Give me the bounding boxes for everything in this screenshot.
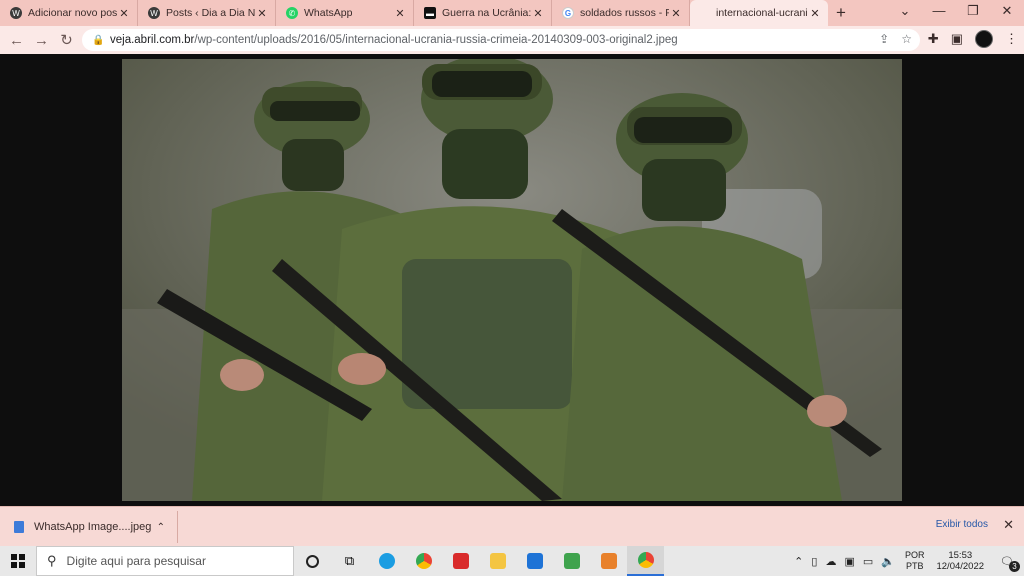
side-panel-icon[interactable]: ▣ (951, 31, 963, 47)
windows-start-icon[interactable] (0, 546, 36, 576)
url-host: veja.abril.com.br (110, 34, 195, 46)
search-icon: ⚲ (47, 553, 57, 568)
battery-icon[interactable]: ▭ (863, 555, 873, 568)
download-item[interactable]: WhatsApp Image....jpeg ⌃ (6, 511, 178, 543)
close-tab-icon[interactable]: ✕ (255, 7, 269, 20)
device-icon[interactable]: ▯ (811, 555, 817, 568)
chrome-active-icon[interactable] (627, 546, 664, 576)
wordpress-icon: W (148, 7, 160, 19)
soldiers-photo[interactable] (122, 59, 902, 501)
minimize-icon[interactable]: — (922, 0, 956, 26)
address-bar[interactable]: 🔒 veja.abril.com.br/wp-content/uploads/2… (82, 29, 920, 51)
tab-search-icon[interactable]: ⌄ (888, 0, 922, 26)
notification-count: 3 (1009, 560, 1020, 572)
chevron-up-icon[interactable]: ⌃ (794, 555, 803, 568)
tab-current-image[interactable]: internacional-ucrania- ✕ (690, 0, 828, 26)
chevron-up-icon[interactable]: ⌃ (157, 522, 165, 533)
whatsapp-icon: ✆ (286, 7, 298, 19)
volume-icon[interactable]: 🔈 (881, 555, 895, 568)
file-explorer-icon[interactable] (479, 546, 516, 576)
bookmark-star-icon[interactable]: ☆ (901, 32, 912, 46)
show-all-downloads-link[interactable]: Exibir todos (936, 519, 988, 530)
tab-adicionar-post[interactable]: W Adicionar novo post ‹ ✕ (0, 0, 138, 26)
tab-label: Posts ‹ Dia a Dia Notíc (166, 7, 255, 19)
extensions-icon[interactable]: ✚ (928, 31, 939, 47)
windows-taskbar: ⚲ Digite aqui para pesquisar ⧉ ⌃ ▯ ☁ ▣ ▭… (0, 546, 1024, 576)
restore-icon[interactable]: ❐ (956, 0, 990, 26)
image-file-icon (14, 521, 24, 533)
app-red-icon[interactable] (442, 546, 479, 576)
browser-toolbar: ← → ↻ 🔒 veja.abril.com.br/wp-content/upl… (0, 26, 1024, 54)
photo-illustration (122, 59, 902, 501)
window-controls: ⌄ — ❐ ✕ (888, 0, 1024, 26)
menu-kebab-icon[interactable]: ⋮ (1005, 31, 1018, 47)
url-path: /wp-content/uploads/2016/05/internaciona… (194, 34, 678, 46)
wordpress-icon: W (10, 7, 22, 19)
reload-icon[interactable]: ↻ (54, 31, 79, 49)
tab-label: soldados russos - Pesq (580, 7, 669, 19)
tab-google-search[interactable]: G soldados russos - Pesq ✕ (552, 0, 690, 26)
search-placeholder: Digite aqui para pesquisar (66, 554, 206, 568)
notification-icon[interactable]: 🗨 3 (1000, 555, 1020, 572)
task-view-icon[interactable]: ⧉ (331, 546, 368, 576)
close-tab-icon[interactable]: ✕ (669, 7, 683, 20)
close-download-bar-icon[interactable]: ✕ (1003, 517, 1014, 533)
close-window-icon[interactable]: ✕ (990, 0, 1024, 26)
lang-bottom: PTB (905, 561, 924, 571)
tab-label: WhatsApp (304, 7, 353, 19)
system-tray: ⌃ ▯ ☁ ▣ ▭ 🔈 POR PTB 15:53 12/04/2022 🗨 3 (790, 546, 1024, 576)
lang-top: POR (904, 550, 925, 560)
mail-icon[interactable] (516, 546, 553, 576)
news-icon: ▬ (424, 7, 436, 19)
lock-icon[interactable]: 🔒 (92, 35, 104, 46)
taskbar-search[interactable]: ⚲ Digite aqui para pesquisar (36, 546, 294, 576)
image-viewport (0, 54, 1024, 506)
close-tab-icon[interactable]: ✕ (393, 7, 407, 20)
close-tab-icon[interactable]: ✕ (117, 7, 131, 20)
google-icon: G (562, 7, 574, 19)
tab-posts[interactable]: W Posts ‹ Dia a Dia Notíc ✕ (138, 0, 276, 26)
tab-strip: W Adicionar novo post ‹ ✕ W Posts ‹ Dia … (0, 0, 1024, 26)
chrome-icon[interactable] (405, 546, 442, 576)
download-filename: WhatsApp Image....jpeg (34, 521, 152, 533)
tab-label: Guerra na Ucrânia: 'So (442, 7, 531, 19)
tab-label: internacional-ucrania- (716, 7, 808, 19)
profile-avatar[interactable] (975, 30, 993, 48)
download-bar: WhatsApp Image....jpeg ⌃ Exibir todos ✕ (0, 506, 1024, 546)
back-icon[interactable]: ← (4, 32, 29, 49)
date-label: 12/04/2022 (936, 561, 985, 572)
share-icon[interactable]: ⇪ (879, 32, 889, 46)
language-indicator[interactable]: POR PTB (905, 550, 925, 572)
forward-icon[interactable]: → (29, 32, 54, 49)
cloud-icon[interactable]: ☁ (825, 555, 836, 568)
camera-icon[interactable]: ▣ (844, 555, 854, 568)
cortana-icon[interactable] (294, 546, 331, 576)
tab-label: Adicionar novo post ‹ (28, 7, 117, 19)
clock[interactable]: 15:53 12/04/2022 (936, 550, 984, 572)
time-label: 15:53 (948, 550, 973, 561)
app-orange-icon[interactable] (590, 546, 627, 576)
tab-whatsapp[interactable]: ✆ WhatsApp ✕ (276, 0, 414, 26)
edge-icon[interactable] (368, 546, 405, 576)
close-tab-icon[interactable]: ✕ (531, 7, 545, 20)
app-green-icon[interactable] (553, 546, 590, 576)
tab-guerra-ucrania[interactable]: ▬ Guerra na Ucrânia: 'So ✕ (414, 0, 552, 26)
new-tab-button[interactable]: + (828, 0, 854, 26)
close-tab-icon[interactable]: ✕ (808, 7, 822, 20)
